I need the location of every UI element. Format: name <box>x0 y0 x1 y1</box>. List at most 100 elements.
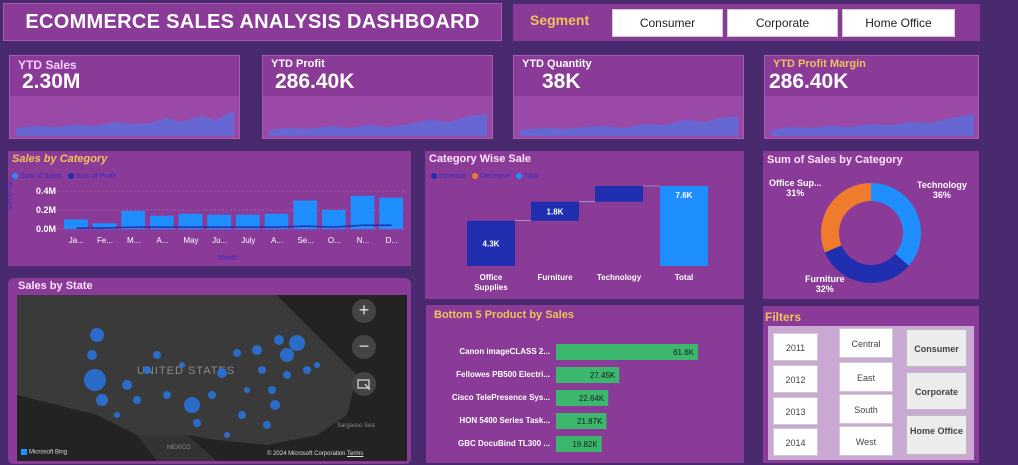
filter-region-west[interactable]: West <box>839 426 893 456</box>
data-label: 7.6K <box>676 191 693 200</box>
bar-sales <box>350 195 375 229</box>
map-bubble <box>233 349 241 357</box>
sales-by-category-donut-card: Sum of Sales by Category Office Sup... 31… <box>763 151 979 299</box>
x-tick-label: Office <box>480 273 503 282</box>
sparkline <box>771 114 974 136</box>
x-tick-label: Technology <box>597 273 642 282</box>
y-tick-label: 0.2M <box>36 205 56 215</box>
donut-slice <box>871 183 921 266</box>
filter-segment-consumer[interactable]: Consumer <box>906 329 967 367</box>
kpi-ytd-profit[interactable]: YTD Profit 286.40K <box>262 55 493 139</box>
product-label: Fellowes PB500 Electri... <box>456 370 550 379</box>
filter-segment-home-office[interactable]: Home Office <box>906 415 967 455</box>
map-bubble <box>238 411 246 419</box>
filter-region-south[interactable]: South <box>839 394 893 424</box>
sales-by-category-chart[interactable]: 0.4M 0.2M 0.0M Ja... Fe... M... A... May Ju... Ju… <box>8 151 411 266</box>
kpi-ytd-quantity[interactable]: YTD Quantity 38K <box>513 55 744 139</box>
x-tick-label: D... <box>385 236 397 245</box>
terms-link[interactable]: Terms <box>347 451 363 457</box>
data-label: 1.8K <box>547 207 564 216</box>
sparkline <box>269 114 487 136</box>
map-bubble <box>163 391 171 399</box>
x-tick-label: Fe... <box>97 236 113 245</box>
filter-region-east[interactable]: East <box>839 362 893 392</box>
x-tick-label: O... <box>328 236 341 245</box>
x-tick-label: July <box>241 236 255 245</box>
product-label: GBC DocuBind TL300 ... <box>458 439 550 448</box>
filter-year-2014[interactable]: 2014 <box>773 428 818 456</box>
x-axis-label: Month <box>218 255 238 262</box>
bottom5-chart[interactable]: Canon imageCLASS 2... 61.6K Fellowes PB500… <box>426 305 744 463</box>
map-bubble <box>122 380 132 390</box>
map-bubble <box>143 366 151 374</box>
card-title: Filters <box>765 310 802 324</box>
zoom-in-button[interactable]: + <box>352 299 376 323</box>
map-bubble <box>280 348 294 362</box>
category-wise-sale-card: Category Wise Sale Increase Decrease Tot… <box>425 151 744 299</box>
map-view[interactable]: UNITED STATES MEXICO Sargasso Sea + − Mi… <box>17 295 407 461</box>
map-bubble <box>314 362 320 368</box>
map-bubble <box>252 345 262 355</box>
product-label: Canon imageCLASS 2... <box>459 347 550 356</box>
segment-consumer-button[interactable]: Consumer <box>612 9 723 37</box>
kpi-value: 286.40K <box>769 70 849 93</box>
map-bubbles <box>84 328 320 438</box>
map-bubble <box>133 396 141 404</box>
data-label: 22.64K <box>579 394 605 403</box>
product-label: Cisco TelePresence Sys... <box>452 393 550 402</box>
x-tick-label: Ju... <box>212 236 227 245</box>
map-bubble <box>96 394 108 406</box>
map-bubble <box>87 350 97 360</box>
donut-label-technology: Technology 36% <box>917 180 967 200</box>
map-bubble <box>184 397 200 413</box>
x-tick-label: Furniture <box>537 273 573 282</box>
kpi-ytd-profit-margin[interactable]: YTD Profit Margin 286.40K <box>764 55 979 139</box>
x-tick-label: N... <box>357 236 369 245</box>
bar-sales <box>293 200 317 229</box>
x-tick-label: A... <box>271 236 283 245</box>
donut-label-office: Office Sup... 31% <box>769 178 822 198</box>
kpi-label: YTD Profit <box>271 58 325 70</box>
kpi-value: 2.30M <box>22 70 81 93</box>
filter-year-2012[interactable]: 2012 <box>773 365 818 393</box>
data-label: 19.82K <box>572 440 598 449</box>
x-tick-label: May <box>183 236 198 245</box>
category-wise-chart[interactable]: 4.3K OfficeSupplies 1.8K Furniture Technolog… <box>425 151 744 299</box>
data-label: 27.45K <box>590 371 616 380</box>
y-tick-label: 0.4M <box>36 186 56 196</box>
map-bubble <box>263 421 271 429</box>
donut-slice <box>821 183 871 253</box>
kpi-value: 38K <box>542 70 581 93</box>
segment-home-office-button[interactable]: Home Office <box>842 9 955 37</box>
sales-by-category-card: Sales by Category Sum of Sales Sum of Pr… <box>8 151 411 266</box>
kpi-ytd-sales[interactable]: YTD Sales 2.30M <box>9 55 240 139</box>
kpi-value: 286.40K <box>275 70 355 93</box>
filter-year-2013[interactable]: 2013 <box>773 397 818 425</box>
x-tick-label: A... <box>156 236 168 245</box>
map-bubble <box>193 419 201 427</box>
filter-region-central[interactable]: Central <box>839 328 893 358</box>
sparkline <box>16 112 234 136</box>
donut-chart[interactable] <box>763 151 979 299</box>
segment-label: Segment <box>530 12 590 28</box>
filter-year-2011[interactable]: 2011 <box>773 333 818 361</box>
map-bubble <box>283 371 291 379</box>
map-bubble <box>114 412 120 418</box>
waterfall-bar <box>595 186 643 202</box>
bar-sales <box>379 197 403 229</box>
select-area-icon[interactable] <box>352 372 376 396</box>
map-bubble <box>303 366 311 374</box>
zoom-out-button[interactable]: − <box>352 335 376 359</box>
data-label: 4.3K <box>483 239 500 248</box>
map-bubble <box>208 391 216 399</box>
x-tick-label: Se... <box>297 236 313 245</box>
x-tick-label: Total <box>675 273 694 282</box>
filter-segment-corporate[interactable]: Corporate <box>906 372 967 410</box>
map-bubble <box>90 328 104 342</box>
map-bubble <box>84 369 106 391</box>
map-bubble <box>270 400 280 410</box>
kpi-label: YTD Profit Margin <box>773 58 866 70</box>
map-bubble <box>258 366 266 374</box>
segment-corporate-button[interactable]: Corporate <box>727 9 838 37</box>
map-bubble <box>289 335 305 351</box>
